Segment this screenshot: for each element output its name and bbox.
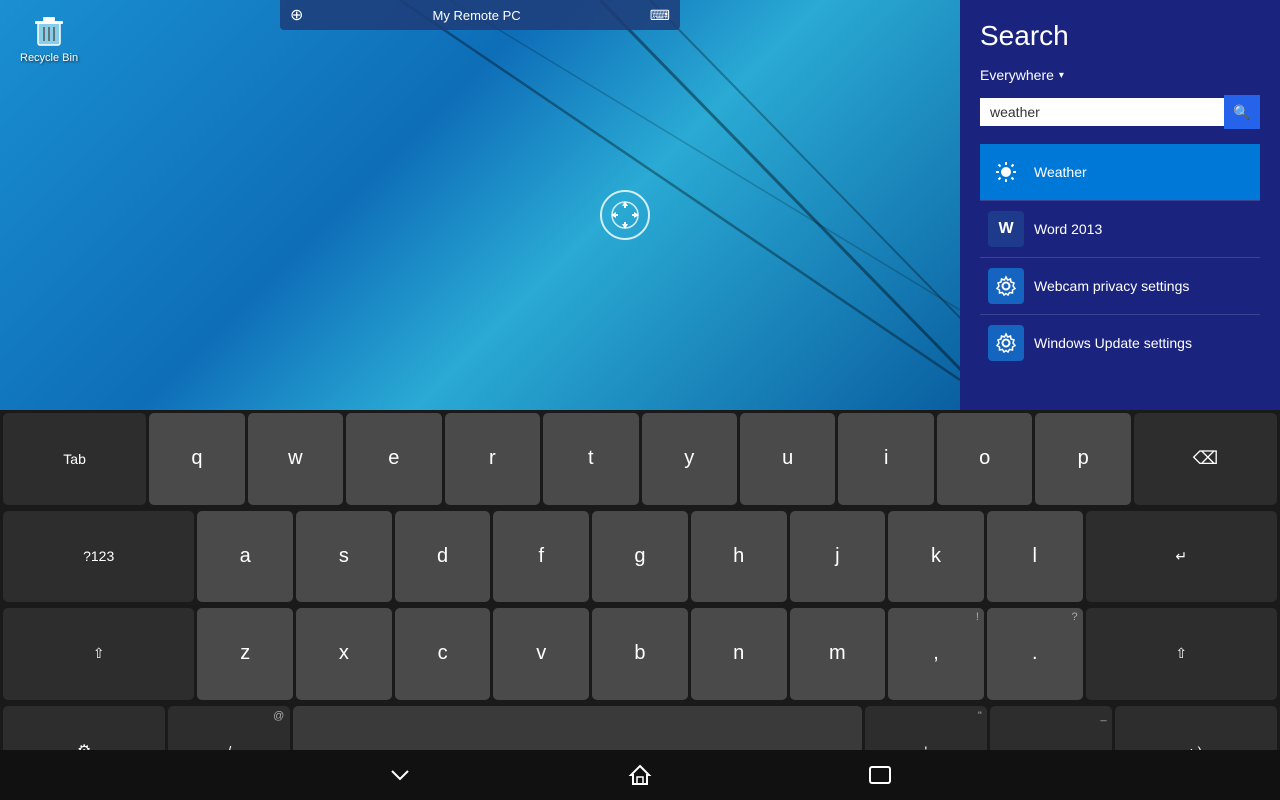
search-panel-title: Search [980,20,1260,52]
nav-recent-button[interactable] [860,760,900,790]
right-shift-key[interactable]: ⇧ [1086,608,1277,700]
key-d[interactable]: d [395,511,491,603]
search-result-word2013[interactable]: W Word 2013 [980,201,1260,257]
search-input-row: 🔍 [980,95,1260,129]
key-z[interactable]: z [197,608,293,700]
move-cursor[interactable] [600,190,650,240]
key-b[interactable]: b [592,608,688,700]
key-a[interactable]: a [197,511,293,603]
keyboard-toggle-icon[interactable]: ⌨ [650,7,670,24]
nav-back-button[interactable] [380,760,420,790]
remote-toolbar-title: My Remote PC [433,8,521,23]
webcam-result-label: Webcam privacy settings [1034,278,1189,294]
key-r[interactable]: r [445,413,540,505]
word-result-label: Word 2013 [1034,221,1102,237]
search-result-webcam[interactable]: Webcam privacy settings [980,258,1260,314]
keyboard-area: Tab q w e r t y u i o p ⌫ ?123 a s d f g… [0,410,1280,800]
key-u[interactable]: u [740,413,835,505]
search-scope-dropdown[interactable]: Everywhere ▾ [980,67,1260,83]
key-c[interactable]: c [395,608,491,700]
key-q[interactable]: q [149,413,244,505]
keyboard-row-2: ?123 a s d f g h j k l ↵ [0,508,1280,606]
key-comma[interactable]: ! , [888,608,984,700]
nav-home-button[interactable] [620,760,660,790]
key-w[interactable]: w [248,413,343,505]
key-g[interactable]: g [592,511,688,603]
numbers-key[interactable]: ?123 [3,511,194,603]
backspace-key[interactable]: ⌫ [1134,413,1277,505]
enter-key[interactable]: ↵ [1086,511,1277,603]
search-scope-label: Everywhere [980,67,1054,83]
key-h[interactable]: h [691,511,787,603]
search-button[interactable]: 🔍 [1224,95,1260,129]
windows-update-result-label: Windows Update settings [1034,335,1192,351]
key-e[interactable]: e [346,413,441,505]
key-f[interactable]: f [493,511,589,603]
remote-toolbar: ⊕ My Remote PC ⌨ [280,0,680,30]
key-k[interactable]: k [888,511,984,603]
weather-result-icon [988,154,1024,190]
key-v[interactable]: v [493,608,589,700]
navigation-bar [0,750,1280,800]
key-y[interactable]: y [642,413,737,505]
search-input[interactable] [980,98,1224,126]
weather-result-label: Weather [1034,164,1087,180]
recycle-bin-label: Recycle Bin [20,52,78,64]
keyboard-row-1: Tab q w e r t y u i o p ⌫ [0,410,1280,508]
key-t[interactable]: t [543,413,638,505]
keyboard-row-3: ⇧ z x c v b n m ! , ? . ⇧ [0,605,1280,703]
key-l[interactable]: l [987,511,1083,603]
key-m[interactable]: m [790,608,886,700]
chevron-down-icon: ▾ [1059,70,1064,81]
key-period[interactable]: ? . [987,608,1083,700]
tab-key[interactable]: Tab [3,413,146,505]
recycle-bin-icon[interactable]: Recycle Bin [20,10,78,64]
move-icon[interactable]: ⊕ [290,5,303,25]
key-j[interactable]: j [790,511,886,603]
key-p[interactable]: p [1035,413,1130,505]
key-n[interactable]: n [691,608,787,700]
left-shift-key[interactable]: ⇧ [3,608,194,700]
desktop: Recycle Bin ⊕ My Remote PC ⌨ [0,0,960,410]
key-s[interactable]: s [296,511,392,603]
webcam-result-icon [988,268,1024,304]
search-panel: Search Everywhere ▾ 🔍 Weather W W [960,0,1280,410]
key-o[interactable]: o [937,413,1032,505]
search-result-windows-update[interactable]: Windows Update settings [980,315,1260,371]
desktop-decorative-lines [0,0,960,410]
key-x[interactable]: x [296,608,392,700]
word-result-icon: W [988,211,1024,247]
search-result-weather[interactable]: Weather [980,144,1260,200]
recycle-bin-image [29,10,69,50]
windows-update-result-icon [988,325,1024,361]
key-i[interactable]: i [838,413,933,505]
